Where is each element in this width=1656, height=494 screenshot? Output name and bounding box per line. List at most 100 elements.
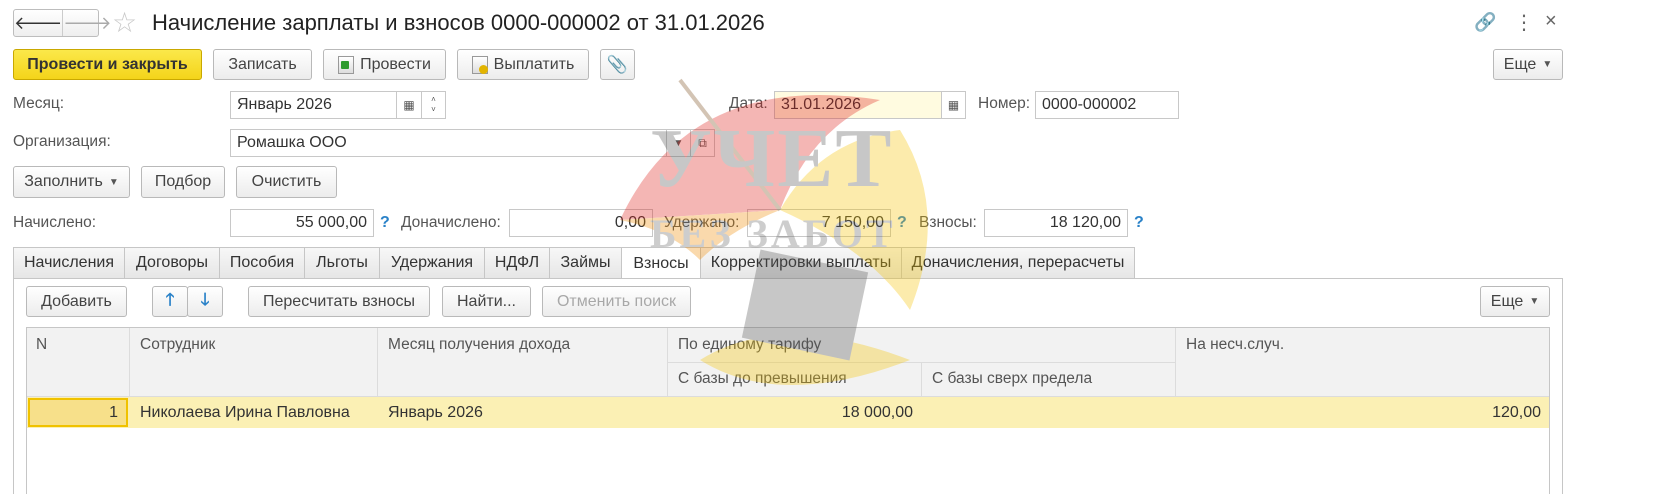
move-down-button[interactable]: 🡓 <box>187 286 223 317</box>
post-icon <box>338 55 355 74</box>
post-and-close-button[interactable]: Провести и закрыть <box>13 49 202 80</box>
find-button[interactable]: Найти... <box>442 286 531 317</box>
post-button[interactable]: Провести <box>323 49 446 80</box>
menu-dots-icon[interactable]: ⋮ <box>1514 10 1534 35</box>
arrow-down-icon: 🡓 <box>200 290 210 309</box>
fill-label: Заполнить <box>24 173 103 190</box>
tab-label: Удержания <box>390 254 474 271</box>
contributions-help-icon[interactable]: ? <box>1134 214 1144 232</box>
withheld-help-icon[interactable]: ? <box>897 214 907 232</box>
find-label: Найти... <box>457 292 516 310</box>
accrued-help-icon[interactable]: ? <box>380 214 390 232</box>
tab-contributions[interactable]: Взносы <box>621 247 701 279</box>
dropdown-caret-icon: ▼ <box>108 176 119 188</box>
date-value: 31.01.2026 <box>781 96 862 113</box>
add-row-button[interactable]: Добавить <box>26 286 127 317</box>
column-header-base-below-limit[interactable]: С базы до превышения <box>678 370 847 388</box>
nav-buttons: 🡐 🡒 <box>13 9 112 37</box>
pay-button[interactable]: Выплатить <box>457 49 589 80</box>
calendar-icon: ▦ <box>403 98 415 112</box>
more-button[interactable]: Еще ▼ <box>1493 49 1563 80</box>
tab-label: Договоры <box>136 254 208 271</box>
dropdown-caret-icon: ▼ <box>1529 296 1540 307</box>
tab-loans[interactable]: Займы <box>549 247 622 278</box>
watermark-text-1: УЧЕТ <box>650 112 894 205</box>
tab-deductions[interactable]: Удержания <box>379 247 485 278</box>
withheld-field: 7 150,00 <box>747 209 891 237</box>
tab-ndfl[interactable]: НДФЛ <box>484 247 550 278</box>
back-arrow-icon[interactable]: 🡐 <box>14 10 64 36</box>
cancel-search-label: Отменить поиск <box>556 292 677 310</box>
month-field[interactable]: Январь 2026 <box>230 91 397 119</box>
recalculate-button[interactable]: Пересчитать взносы <box>248 286 430 317</box>
contributions-field: 18 120,00 <box>984 209 1128 237</box>
month-label: Месяц: <box>13 95 65 112</box>
cell-n[interactable]: 1 <box>28 398 128 427</box>
column-header-employee[interactable]: Сотрудник <box>140 336 215 354</box>
accrued-field: 55 000,00 <box>230 209 374 237</box>
organization-dropdown-button[interactable]: ▼ <box>666 129 691 157</box>
tab-recalculations[interactable]: Доначисления, перерасчеты <box>901 247 1135 278</box>
date-field[interactable]: 31.01.2026 <box>774 91 942 119</box>
add-row-label: Добавить <box>41 292 112 310</box>
contributions-label: Взносы: <box>919 214 977 231</box>
fill-button[interactable]: Заполнить ▼ <box>13 166 130 198</box>
page-title: Начисление зарплаты и взносов 0000-00000… <box>152 10 765 35</box>
save-label: Записать <box>228 55 297 73</box>
column-header-n[interactable]: N <box>36 336 47 354</box>
accrued-label: Начислено: <box>13 214 97 231</box>
date-calendar-button[interactable]: ▦ <box>941 91 966 119</box>
cell-income-month[interactable]: Январь 2026 <box>388 398 483 427</box>
more-label: Еще <box>1503 55 1537 73</box>
calendar-icon: ▦ <box>947 98 960 112</box>
spin-down-icon[interactable]: ˅ <box>431 105 436 115</box>
month-calendar-button[interactable]: ▦ <box>396 91 422 119</box>
tab-contracts[interactable]: Договоры <box>124 247 220 278</box>
cell-base-below-limit[interactable]: 18 000,00 <box>667 398 913 427</box>
organization-open-button[interactable]: ⧉ <box>690 129 715 157</box>
table-more-button[interactable]: Еще ▼ <box>1480 286 1550 317</box>
cell-employee[interactable]: Николаева Ирина Павловна <box>140 398 350 427</box>
column-header-income-month[interactable]: Месяц получения дохода <box>388 336 570 354</box>
cell-accident[interactable]: 120,00 <box>1175 398 1541 427</box>
column-header-base-above-limit[interactable]: С базы сверх предела <box>932 370 1092 388</box>
close-icon[interactable]: × <box>1545 10 1557 33</box>
recalculate-label: Пересчитать взносы <box>263 292 415 310</box>
cancel-search-button[interactable]: Отменить поиск <box>542 286 691 317</box>
arrow-up-icon: 🡑 <box>165 290 175 309</box>
dropdown-caret-icon: ▼ <box>1542 59 1553 70</box>
pay-icon <box>471 55 488 74</box>
tab-accruals[interactable]: Начисления <box>13 247 125 278</box>
move-up-button[interactable]: 🡑 <box>152 286 188 317</box>
paperclip-icon: 📎 <box>606 54 629 74</box>
tab-label: Начисления <box>23 254 115 271</box>
link-icon[interactable]: 🔗 <box>1474 12 1496 33</box>
post-label: Провести <box>360 55 431 73</box>
number-field[interactable]: 0000-000002 <box>1035 91 1179 119</box>
clear-label: Очистить <box>251 173 322 190</box>
organization-field[interactable]: Ромашка ООО <box>230 129 667 157</box>
organization-label: Организация: <box>13 133 111 150</box>
tab-payment-corrections[interactable]: Корректировки выплаты <box>700 247 902 278</box>
accrued-value: 55 000,00 <box>295 214 367 231</box>
column-header-unified-tariff[interactable]: По единому тарифу <box>678 336 821 354</box>
tab-label: НДФЛ <box>494 254 540 271</box>
cell-base-above-limit[interactable] <box>921 398 1167 427</box>
month-spinner[interactable]: ˄ ˅ <box>421 91 446 119</box>
withheld-value: 7 150,00 <box>821 214 884 231</box>
spin-up-icon[interactable]: ˄ <box>431 95 436 105</box>
organization-value: Ромашка ООО <box>237 134 347 151</box>
save-button[interactable]: Записать <box>213 49 312 80</box>
contributions-value: 18 120,00 <box>1049 214 1121 231</box>
column-header-accident[interactable]: На несч.случ. <box>1186 336 1284 354</box>
tab-label: Пособия <box>229 254 295 271</box>
tab-privileges[interactable]: Льготы <box>304 247 380 278</box>
clear-button[interactable]: Очистить <box>236 166 337 198</box>
forward-arrow-icon[interactable]: 🡒 <box>63 10 111 36</box>
attach-button[interactable]: 📎 <box>600 49 635 80</box>
extra-accrued-value: 0,00 <box>614 214 646 231</box>
tab-benefits[interactable]: Пособия <box>219 247 305 278</box>
month-value: Январь 2026 <box>237 96 332 113</box>
select-button[interactable]: Подбор <box>141 166 225 198</box>
favorite-star-icon[interactable]: ☆ <box>112 6 137 39</box>
